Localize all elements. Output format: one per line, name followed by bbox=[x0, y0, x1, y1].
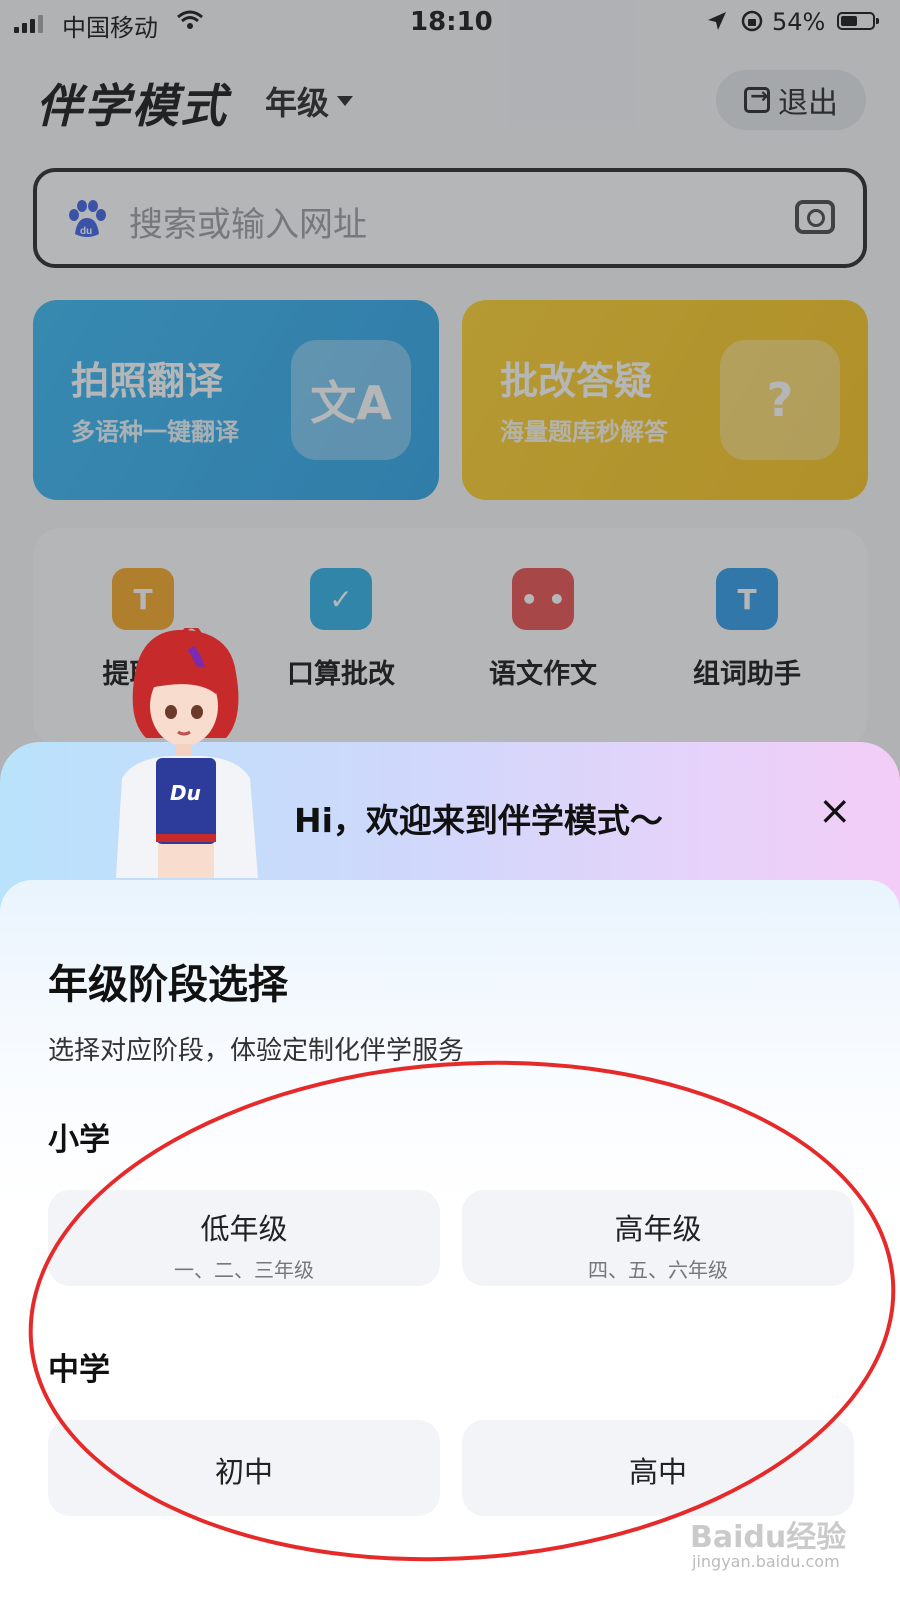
option-detail: 一、二、三年级 bbox=[174, 1258, 314, 1282]
grade-selection-sheet: 年级阶段选择 选择对应阶段，体验定制化伴学服务 小学 低年级 一、二、三年级 高… bbox=[0, 880, 900, 1600]
watermark-logo: Baidu经验 bbox=[690, 1520, 847, 1555]
option-senior-high[interactable]: 高中 bbox=[462, 1420, 854, 1516]
option-detail: 四、五、六年级 bbox=[588, 1258, 728, 1282]
option-upper-grade[interactable]: 高年级 四、五、六年级 bbox=[462, 1190, 854, 1286]
option-name: 初中 bbox=[214, 1455, 273, 1489]
section-primary-school: 小学 bbox=[48, 1122, 110, 1158]
welcome-greeting: Hi，欢迎来到伴学模式～ bbox=[294, 801, 663, 840]
close-icon[interactable]: × bbox=[818, 788, 852, 834]
mascot-avatar: Du bbox=[116, 628, 258, 878]
option-name: 高中 bbox=[628, 1455, 687, 1489]
option-junior-high[interactable]: 初中 bbox=[48, 1420, 440, 1516]
watermark-url: jingyan.baidu.com bbox=[692, 1552, 840, 1571]
sheet-subtitle: 选择对应阶段，体验定制化伴学服务 bbox=[48, 1036, 465, 1066]
sheet-title: 年级阶段选择 bbox=[48, 962, 288, 1008]
option-lower-grade[interactable]: 低年级 一、二、三年级 bbox=[48, 1190, 440, 1286]
svg-text:Du: Du bbox=[170, 781, 201, 805]
option-name: 低年级 bbox=[200, 1212, 288, 1246]
section-middle-school: 中学 bbox=[48, 1352, 110, 1388]
option-name: 高年级 bbox=[614, 1212, 702, 1246]
